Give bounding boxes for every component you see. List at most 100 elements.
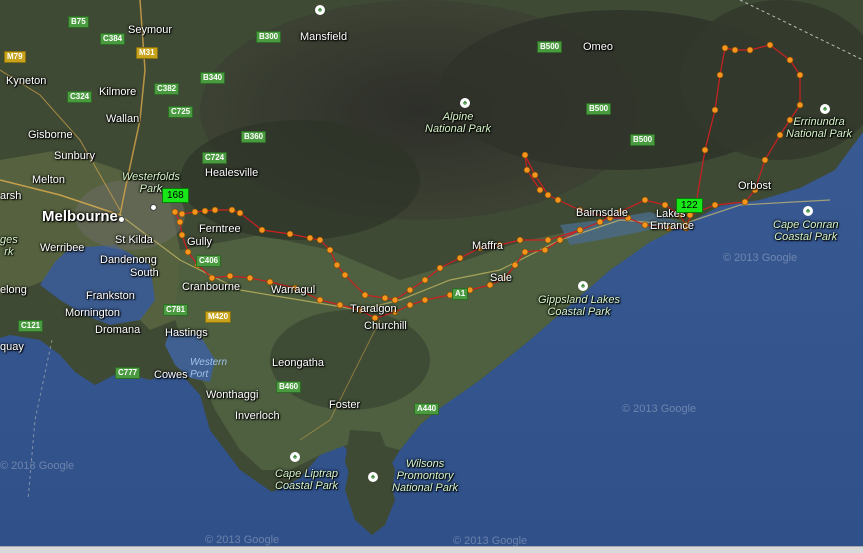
town-label: Frankston xyxy=(86,290,135,302)
town-label: Sunbury xyxy=(54,150,95,162)
park-tree-icon[interactable]: ♠ xyxy=(460,98,470,108)
track-waypoint[interactable] xyxy=(236,209,244,217)
track-waypoint[interactable] xyxy=(176,218,184,226)
track-waypoint[interactable] xyxy=(711,106,719,114)
track-waypoint[interactable] xyxy=(521,248,529,256)
track-waypoint[interactable] xyxy=(731,46,739,54)
road-shield: B500 xyxy=(537,41,563,53)
track-waypoint[interactable] xyxy=(516,236,524,244)
track-waypoint[interactable] xyxy=(226,272,234,280)
town-label: South xyxy=(130,267,159,279)
town-label: arsh xyxy=(0,190,22,202)
track-waypoint[interactable] xyxy=(716,71,724,79)
track-waypoint[interactable] xyxy=(761,156,769,164)
track-waypoint[interactable] xyxy=(746,46,754,54)
park-label-line: Coastal Park xyxy=(547,306,611,318)
track-waypoint[interactable] xyxy=(406,286,414,294)
track-waypoint[interactable] xyxy=(258,226,266,234)
track-waypoint[interactable] xyxy=(721,44,729,52)
track-waypoint[interactable] xyxy=(333,261,341,269)
track-waypoint[interactable] xyxy=(711,201,719,209)
track-waypoint[interactable] xyxy=(511,261,519,269)
satellite-map[interactable]: Seymour Mansfield Omeo Kyneton Kilmore Wallan… xyxy=(0,0,863,553)
park-tree-icon[interactable]: ♠ xyxy=(368,472,378,482)
copyright-watermark: © 2013 Google xyxy=(0,460,75,472)
track-waypoint[interactable] xyxy=(421,276,429,284)
track-waypoint[interactable] xyxy=(786,56,794,64)
track-waypoint[interactable] xyxy=(178,210,186,218)
park-label-line: Gippsland Lakes xyxy=(538,294,620,306)
track-waypoint[interactable] xyxy=(531,171,539,179)
town-label: Kilmore xyxy=(99,86,137,98)
track-marker-start[interactable]: 168 xyxy=(162,188,189,203)
track-waypoint[interactable] xyxy=(246,274,254,282)
track-waypoint[interactable] xyxy=(178,231,186,239)
track-waypoint[interactable] xyxy=(421,296,429,304)
park-label: Cape Conran Coastal Park xyxy=(773,219,838,243)
track-waypoint[interactable] xyxy=(336,301,344,309)
track-waypoint[interactable] xyxy=(523,166,531,174)
town-label: Mansfield xyxy=(300,31,348,43)
track-waypoint[interactable] xyxy=(596,218,604,226)
track-waypoint[interactable] xyxy=(544,236,552,244)
track-marker-end[interactable]: 122 xyxy=(676,198,703,213)
track-waypoint[interactable] xyxy=(171,208,179,216)
track-waypoint[interactable] xyxy=(211,206,219,214)
town-label: Churchill xyxy=(364,320,407,332)
park-tree-icon[interactable]: ♠ xyxy=(578,281,588,291)
road-shield: B75 xyxy=(68,16,89,28)
copyright-watermark: © 2013 Google xyxy=(622,403,697,415)
track-waypoint[interactable] xyxy=(316,236,324,244)
track-waypoint[interactable] xyxy=(556,236,564,244)
town-label: Healesville xyxy=(205,167,259,179)
town-label: Hastings xyxy=(165,327,208,339)
track-waypoint[interactable] xyxy=(541,246,549,254)
track-waypoint[interactable] xyxy=(641,196,649,204)
track-waypoint[interactable] xyxy=(776,131,784,139)
city-dot-icon xyxy=(150,204,157,211)
track-waypoint[interactable] xyxy=(641,221,649,229)
track-waypoint[interactable] xyxy=(796,101,804,109)
track-waypoint[interactable] xyxy=(406,301,414,309)
track-waypoint[interactable] xyxy=(456,254,464,262)
park-label-line: rk xyxy=(4,246,14,258)
track-waypoint[interactable] xyxy=(316,296,324,304)
park-tree-icon[interactable]: ♠ xyxy=(315,5,325,15)
track-waypoint[interactable] xyxy=(436,264,444,272)
road-shield: M31 xyxy=(136,47,158,59)
park-tree-icon[interactable]: ♠ xyxy=(290,452,300,462)
track-waypoint[interactable] xyxy=(184,248,192,256)
track-waypoint[interactable] xyxy=(576,226,584,234)
park-label: Errinundra National Park xyxy=(786,116,852,140)
track-waypoint[interactable] xyxy=(701,146,709,154)
town-label: Sale xyxy=(490,272,513,284)
park-label: Alpine National Park xyxy=(425,111,491,135)
town-label: Inverloch xyxy=(235,410,280,422)
track-waypoint[interactable] xyxy=(201,207,209,215)
track-waypoint[interactable] xyxy=(326,246,334,254)
track-waypoint[interactable] xyxy=(361,291,369,299)
park-tree-icon[interactable]: ♠ xyxy=(820,104,830,114)
track-waypoint[interactable] xyxy=(521,151,529,159)
track-waypoint[interactable] xyxy=(191,208,199,216)
track-waypoint[interactable] xyxy=(741,198,749,206)
track-waypoint[interactable] xyxy=(766,41,774,49)
town-label: Leongatha xyxy=(272,357,324,369)
park-label: ges rk xyxy=(0,234,18,258)
road-shield: B460 xyxy=(276,381,302,393)
track-waypoint[interactable] xyxy=(341,271,349,279)
road-shield: C384 xyxy=(100,33,126,45)
track-waypoint[interactable] xyxy=(796,71,804,79)
town-label: Cranbourne xyxy=(182,281,241,293)
park-tree-icon[interactable]: ♠ xyxy=(803,206,813,216)
track-waypoint[interactable] xyxy=(228,206,236,214)
road-shield: C781 xyxy=(163,304,189,316)
track-waypoint[interactable] xyxy=(381,294,389,302)
track-waypoint[interactable] xyxy=(544,191,552,199)
track-waypoint[interactable] xyxy=(536,186,544,194)
town-label: Omeo xyxy=(583,41,613,53)
park-label: Wilsons Promontory National Park xyxy=(392,458,458,494)
track-waypoint[interactable] xyxy=(554,196,562,204)
track-waypoint[interactable] xyxy=(306,234,314,242)
track-waypoint[interactable] xyxy=(286,230,294,238)
